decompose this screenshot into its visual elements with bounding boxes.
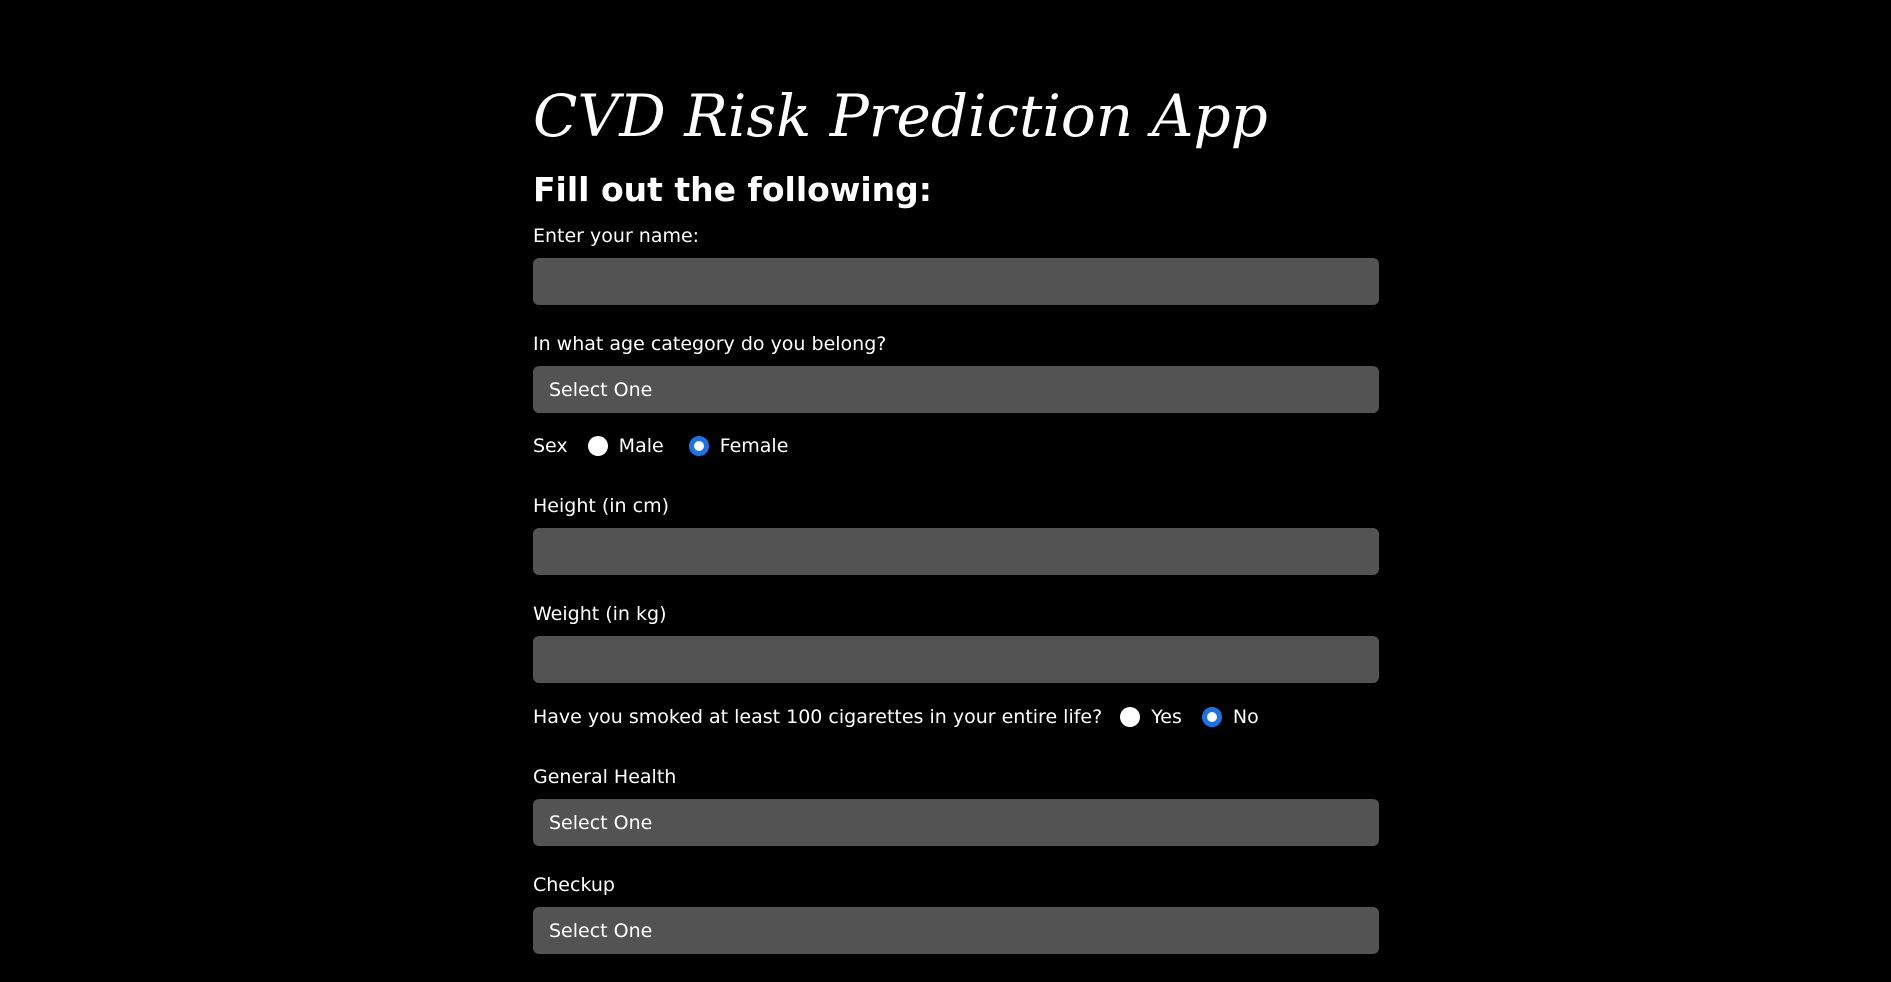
checkup-select[interactable]: Select One	[533, 907, 1379, 954]
smoking-radio-group: Have you smoked at least 100 cigarettes …	[533, 703, 1379, 731]
sex-female-label[interactable]: Female	[720, 432, 789, 460]
weight-input[interactable]	[533, 636, 1379, 683]
form-subtitle: Fill out the following:	[533, 170, 932, 209]
checkup-selected-value: Select One	[549, 919, 653, 942]
weight-label: Weight (in kg)	[533, 603, 667, 625]
age-category-label: In what age category do you belong?	[533, 333, 887, 355]
general-health-label: General Health	[533, 766, 677, 788]
age-category-select[interactable]: Select One	[533, 366, 1379, 413]
sex-female-radio[interactable]	[688, 436, 709, 456]
checkup-label: Checkup	[533, 874, 615, 896]
smoking-yes-radio[interactable]	[1120, 707, 1141, 727]
general-health-select[interactable]: Select One	[533, 799, 1379, 846]
form-container: CVD Risk Prediction App Fill out the fol…	[533, 76, 1379, 954]
sex-label: Sex	[533, 435, 568, 457]
page: CVD Risk Prediction App Fill out the fol…	[0, 0, 1891, 982]
smoking-no-radio[interactable]	[1201, 707, 1222, 727]
name-label: Enter your name:	[533, 225, 700, 247]
age-category-selected-value: Select One	[549, 378, 653, 401]
app-title: CVD Risk Prediction App	[533, 82, 1268, 150]
sex-radio-group: Sex Male Female	[533, 432, 1379, 460]
sex-male-radio[interactable]	[587, 436, 608, 456]
height-label: Height (in cm)	[533, 495, 669, 517]
smoking-no-label[interactable]: No	[1233, 703, 1259, 731]
name-input[interactable]	[533, 258, 1379, 305]
smoking-yes-label[interactable]: Yes	[1151, 703, 1182, 731]
height-input[interactable]	[533, 528, 1379, 575]
sex-male-label[interactable]: Male	[619, 432, 664, 460]
general-health-selected-value: Select One	[549, 811, 653, 834]
smoking-label: Have you smoked at least 100 cigarettes …	[533, 706, 1103, 728]
